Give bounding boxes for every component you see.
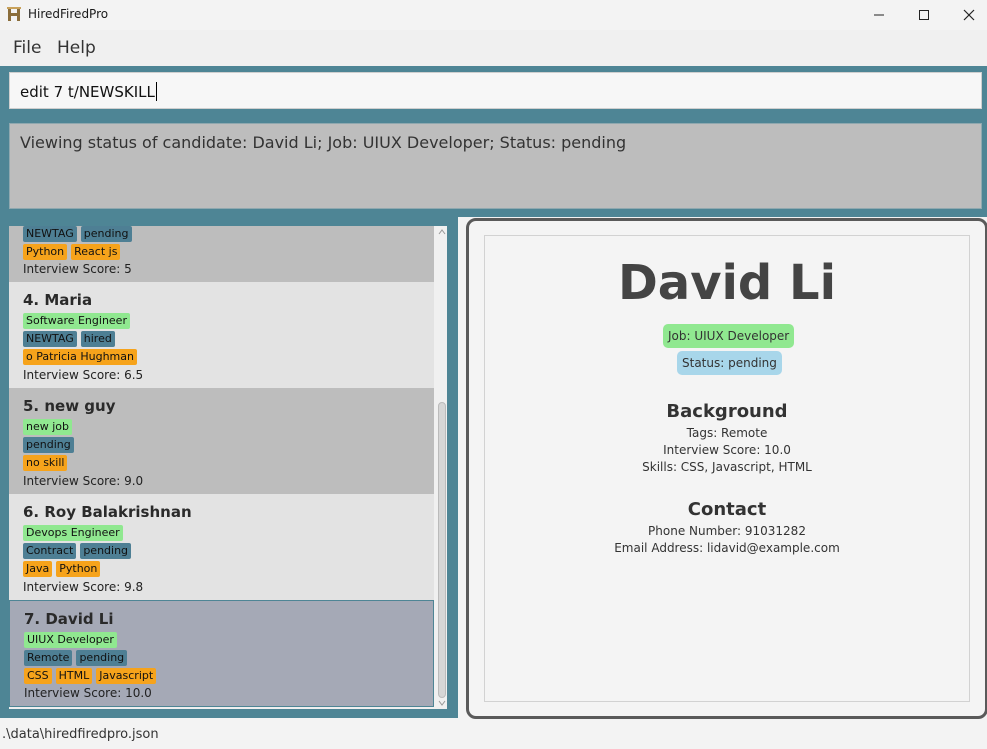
result-display: Viewing status of candidate: David Li; J…: [9, 123, 982, 209]
misc-tag: hired: [80, 331, 115, 347]
candidate-card[interactable]: 4. Maria Software Engineer NEWTAG hired …: [9, 282, 434, 388]
app-logo-icon: [7, 7, 21, 21]
command-box-container: edit 7 t/NEWSKILL: [0, 66, 987, 114]
skill-tag-row: Java Python: [23, 561, 101, 577]
misc-tag-row: Remote pending: [24, 650, 128, 666]
job-tag: Devops Engineer: [23, 525, 123, 541]
skill-tag: Python: [23, 244, 68, 260]
misc-tag-row: Contract pending: [23, 543, 132, 559]
job-tag: Software Engineer: [23, 313, 130, 329]
command-input[interactable]: edit 7 t/NEWSKILL: [9, 72, 982, 109]
interview-score: Interview Score: 9.0: [23, 474, 144, 488]
detail-phone: Phone Number: 91031282: [648, 524, 806, 538]
job-tag-row: Devops Engineer: [23, 525, 123, 541]
candidate-name: 4. Maria: [23, 291, 93, 309]
scroll-up-arrow-icon[interactable]: [438, 227, 446, 237]
misc-tag: pending: [80, 543, 132, 559]
candidate-name: 5. new guy: [23, 397, 116, 415]
maximize-button[interactable]: [901, 0, 947, 30]
detail-email: Email Address: lidavid@example.com: [614, 541, 840, 555]
data-file-path: .\data\hiredfiredpro.json: [2, 727, 159, 742]
skill-tag: Java: [23, 561, 53, 577]
misc-tag: NEWTAG: [23, 331, 77, 347]
detail-candidate-name: David Li: [617, 255, 837, 311]
misc-tag: pending: [76, 650, 128, 666]
skill-tag-row: Python React js: [23, 244, 121, 260]
minimize-icon: [874, 14, 884, 16]
candidate-card-selected[interactable]: 7. David Li UIUX Developer Remote pendin…: [9, 600, 434, 707]
result-text: Viewing status of candidate: David Li; J…: [20, 133, 627, 152]
window-title: HiredFiredPro: [28, 7, 109, 21]
skill-tag-row: CSS HTML Javascript: [24, 668, 157, 684]
misc-tag: pending: [23, 437, 74, 453]
misc-tag-row: NEWTAG hired: [23, 331, 115, 347]
job-tag-row: new job: [23, 419, 73, 435]
close-icon: [963, 9, 975, 21]
misc-tag-row: pending: [23, 437, 74, 453]
list-scrollbar[interactable]: [436, 226, 447, 709]
job-tag: UIUX Developer: [24, 632, 117, 648]
skill-tag: o Patricia Hughman: [23, 349, 137, 365]
detail-status-pill: Status: pending: [677, 351, 782, 375]
job-tag-row: Software Engineer: [23, 313, 130, 329]
job-tag-row: UIUX Developer: [24, 632, 117, 648]
background-heading: Background: [666, 401, 788, 422]
close-button[interactable]: [946, 0, 987, 30]
interview-score: Interview Score: 10.0: [24, 686, 152, 700]
skill-tag: Python: [56, 561, 101, 577]
menu-help[interactable]: Help: [57, 38, 96, 58]
menu-file[interactable]: File: [13, 38, 41, 58]
candidate-card[interactable]: NEWTAG pending Python React js Interview…: [9, 226, 434, 282]
status-bar: .\data\hiredfiredpro.json: [0, 720, 987, 749]
candidate-list-container: NEWTAG pending Python React js Interview…: [0, 217, 458, 718]
result-display-container: Viewing status of candidate: David Li; J…: [0, 114, 987, 217]
detail-job-pill: Job: UIUX Developer: [663, 324, 795, 348]
maximize-icon: [919, 10, 929, 20]
command-text: edit 7 t/NEWSKILL: [20, 83, 155, 101]
interview-score: Interview Score: 5: [23, 262, 132, 276]
scroll-down-arrow-icon[interactable]: [438, 698, 446, 708]
skill-tag: React js: [71, 244, 121, 260]
contact-heading: Contact: [687, 499, 767, 520]
detail-tags: Tags: Remote: [686, 426, 768, 440]
minimize-button[interactable]: [856, 0, 902, 30]
skill-tag-row: o Patricia Hughman: [23, 349, 137, 365]
candidate-name: 6. Roy Balakrishnan: [23, 503, 192, 521]
candidate-card[interactable]: 6. Roy Balakrishnan Devops Engineer Cont…: [9, 494, 434, 600]
misc-tag-row: NEWTAG pending: [23, 226, 132, 242]
job-tag: new job: [23, 419, 73, 435]
menu-bar: File Help: [0, 30, 987, 66]
title-bar: HiredFiredPro: [0, 0, 987, 30]
candidate-card[interactable]: 5. new guy new job pending no skill Inte…: [9, 388, 434, 494]
detail-interview-score: Interview Score: 10.0: [663, 443, 791, 457]
misc-tag: NEWTAG: [23, 226, 77, 242]
scrollbar-thumb[interactable]: [438, 402, 446, 698]
detail-skills: Skills: CSS, Javascript, HTML: [642, 460, 812, 474]
candidate-list[interactable]: NEWTAG pending Python React js Interview…: [9, 226, 447, 709]
misc-tag: Remote: [24, 650, 73, 666]
skill-tag-row: no skill: [23, 455, 68, 471]
misc-tag: Contract: [23, 543, 77, 559]
skill-tag: CSS: [24, 668, 52, 684]
interview-score: Interview Score: 6.5: [23, 368, 144, 382]
candidate-name: 7. David Li: [24, 610, 114, 628]
misc-tag: pending: [80, 226, 132, 242]
skill-tag: no skill: [23, 455, 68, 471]
interview-score: Interview Score: 9.8: [23, 580, 144, 594]
text-caret: [155, 82, 157, 101]
skill-tag: Javascript: [96, 668, 157, 684]
skill-tag: HTML: [55, 668, 93, 684]
